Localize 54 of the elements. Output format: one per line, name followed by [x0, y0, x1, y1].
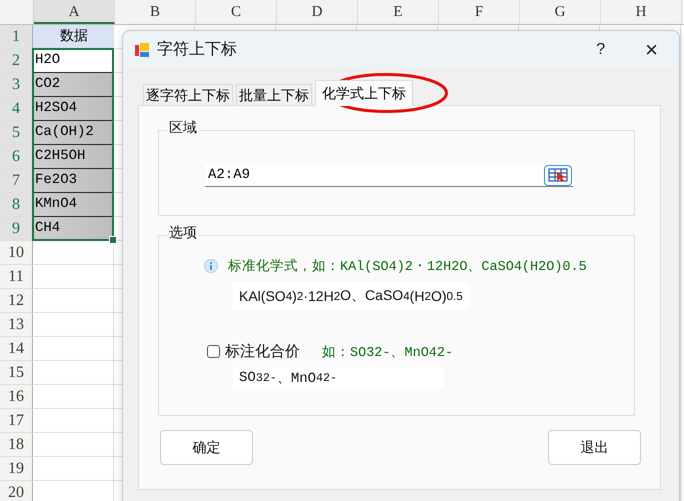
column-header[interactable]: A — [34, 0, 115, 24]
table-cell: CO2 — [33, 73, 114, 97]
column-header[interactable]: C — [196, 0, 277, 24]
row-header[interactable]: 2 — [0, 49, 33, 73]
row-header[interactable]: 15 — [0, 361, 33, 385]
row-header[interactable]: 17 — [0, 409, 33, 433]
column-header[interactable]: H — [601, 0, 682, 24]
close-button[interactable]: × — [645, 38, 658, 60]
help-button[interactable]: ? — [596, 40, 606, 58]
row-header[interactable]: 6 — [0, 145, 33, 169]
checkbox[interactable] — [207, 345, 220, 358]
column-header[interactable]: D — [277, 0, 358, 24]
row-header[interactable]: 9 — [0, 217, 33, 241]
example-text: 标准化学式，如：KAl(SO4)2・12H2O、CaSO4(H2O)0.5 — [228, 258, 587, 275]
group-label: 区域 — [167, 119, 199, 137]
row-header[interactable]: 5 — [0, 121, 33, 145]
row-header[interactable]: 16 — [0, 385, 33, 409]
column-header[interactable]: B — [115, 0, 196, 24]
table-cell: Fe2O3 — [33, 169, 114, 193]
table-cell: KMnO4 — [33, 193, 114, 217]
row-header[interactable]: 19 — [0, 457, 33, 481]
table-cell: 数据 — [33, 25, 114, 49]
tab[interactable]: 逐字符上下标 — [143, 84, 233, 105]
row-header[interactable]: 3 — [0, 73, 33, 97]
window-title: 字符上下标 — [157, 40, 237, 60]
row-header[interactable]: 12 — [0, 289, 33, 313]
row-header[interactable]: 13 — [0, 313, 33, 337]
row-header[interactable]: 4 — [0, 97, 33, 121]
row-header[interactable]: 18 — [0, 433, 33, 457]
row-header[interactable]: 14 — [0, 337, 33, 361]
dialog-button[interactable]: 确定 — [160, 430, 253, 465]
column-header[interactable]: F — [439, 0, 520, 24]
row-header[interactable]: 11 — [0, 265, 33, 289]
tab[interactable]: 化学式上下标 — [315, 80, 413, 106]
range-select-button[interactable] — [544, 164, 572, 186]
dialog-button[interactable]: 退出 — [548, 430, 641, 465]
info-icon — [204, 259, 218, 273]
example-text: 如：SO32-、MnO42- — [322, 344, 454, 360]
column-header[interactable]: E — [358, 0, 439, 24]
table-cell: C2H5OH — [33, 145, 114, 169]
row-header[interactable]: 10 — [0, 241, 33, 265]
range-field[interactable]: A2:A9 — [205, 164, 573, 187]
row-header[interactable]: 20 — [0, 481, 33, 501]
table-icon — [548, 168, 568, 182]
app-icon — [134, 42, 150, 58]
row-header[interactable]: 1 — [0, 25, 33, 49]
row-header[interactable]: 8 — [0, 193, 33, 217]
tab[interactable]: 批量上下标 — [236, 84, 312, 105]
group-label: 选项 — [167, 224, 199, 242]
table-cell: H2SO4 — [33, 97, 114, 121]
row-header[interactable]: 7 — [0, 169, 33, 193]
column-header[interactable]: G — [520, 0, 601, 24]
table-cell: Ca(OH)2 — [33, 121, 114, 145]
checkbox-label[interactable]: 标注化合价 — [225, 342, 300, 361]
